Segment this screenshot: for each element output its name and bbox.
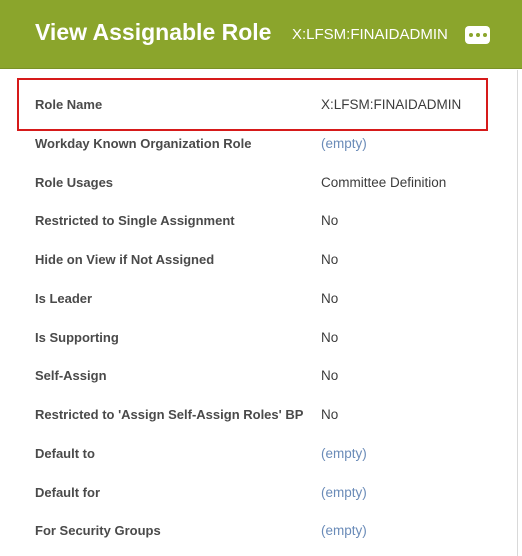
- field-label: Default for: [35, 485, 100, 500]
- more-actions-button[interactable]: [465, 26, 490, 44]
- field-value: No: [321, 407, 339, 422]
- field-row-default-to: Default to (empty): [0, 436, 517, 474]
- field-value: Committee Definition: [321, 175, 447, 190]
- field-label: Restricted to Single Assignment: [35, 213, 235, 228]
- highlight-box: [17, 78, 488, 131]
- field-row-known-org-role: Workday Known Organization Role (empty): [0, 126, 517, 164]
- field-value: (empty): [321, 485, 367, 500]
- field-row-self-assign: Self-Assign No: [0, 358, 517, 396]
- field-label: Is Leader: [35, 291, 93, 306]
- field-label: Restricted to 'Assign Self-Assign Roles'…: [35, 407, 304, 422]
- field-row-security-groups: For Security Groups (empty): [0, 513, 517, 551]
- field-value: No: [321, 330, 339, 345]
- field-row-is-leader: Is Leader No: [0, 281, 517, 319]
- field-row-hide-on-view: Hide on View if Not Assigned No: [0, 242, 517, 280]
- field-row-restricted-bp: Restricted to 'Assign Self-Assign Roles'…: [0, 397, 517, 435]
- field-value: (empty): [321, 446, 367, 461]
- field-label: Is Supporting: [35, 330, 119, 345]
- field-value: No: [321, 291, 339, 306]
- page-title: View Assignable Role: [35, 19, 272, 45]
- field-row-role-usages: Role Usages Committee Definition: [0, 165, 517, 203]
- field-value: (empty): [321, 523, 367, 538]
- more-horizontal-icon: [467, 33, 488, 37]
- field-row-restricted-single: Restricted to Single Assignment No: [0, 203, 517, 241]
- field-label: For Security Groups: [35, 523, 161, 538]
- field-label: Workday Known Organization Role: [35, 136, 252, 151]
- field-value: No: [321, 252, 339, 267]
- field-label: Hide on View if Not Assigned: [35, 252, 215, 267]
- field-value: No: [321, 213, 339, 228]
- field-value: No: [321, 368, 339, 383]
- panel-divider: [517, 70, 518, 556]
- field-value: (empty): [321, 136, 367, 151]
- field-label: Role Usages: [35, 175, 114, 190]
- page-header: View Assignable Role X:LFSM:FINAIDADMIN: [0, 0, 522, 69]
- field-row-is-supporting: Is Supporting No: [0, 320, 517, 358]
- field-label: Self-Assign: [35, 368, 107, 383]
- field-row-default-for: Default for (empty): [0, 475, 517, 513]
- field-label: Default to: [35, 446, 95, 461]
- role-subtitle: X:LFSM:FINAIDADMIN: [292, 26, 448, 43]
